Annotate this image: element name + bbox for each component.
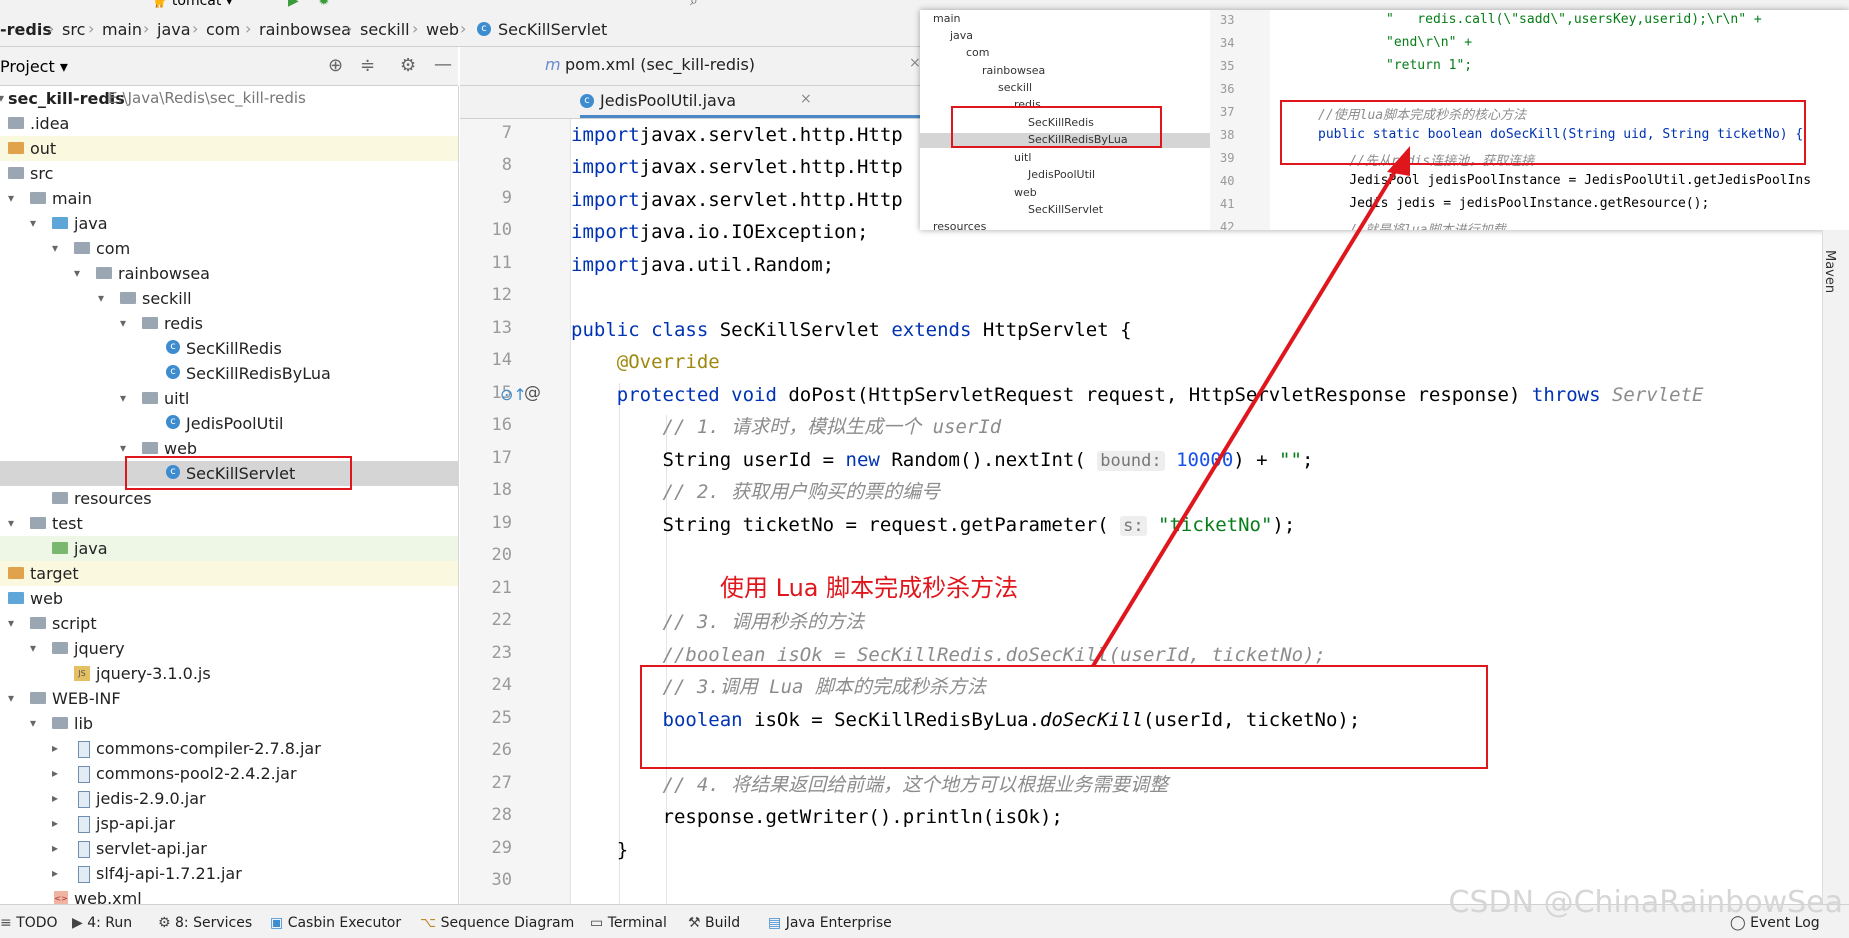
casbin-tool-button[interactable]: ▣ Casbin Executor (270, 915, 401, 931)
diagram-icon: ⌥ (420, 915, 441, 931)
run-label: 4: Run (87, 915, 133, 931)
run-tool-button[interactable]: ▶ 4: Run (72, 915, 132, 931)
sequence-diagram-button[interactable]: ⌥ Sequence Diagram (420, 915, 574, 931)
hammer-icon: ⚒ (688, 915, 706, 931)
todo-label: TODO (16, 915, 58, 931)
right-tool-strip (1822, 230, 1849, 904)
terminal-icon: ▭ (590, 915, 608, 931)
casbin-icon: ▣ (270, 915, 288, 931)
java-enterprise-icon: ▤ (768, 915, 786, 931)
annotation-arrow (1091, 146, 1410, 668)
services-label: 8: Services (175, 915, 253, 931)
sequence-label: Sequence Diagram (440, 915, 575, 931)
watermark: CSDN @ChinaRainbowSea (1448, 885, 1844, 920)
java-enterprise-label: Java Enterprise (785, 915, 892, 931)
java-enterprise-button[interactable]: ▤ Java Enterprise (768, 915, 892, 931)
build-label: Build (705, 915, 741, 931)
terminal-label: Terminal (607, 915, 667, 931)
play-icon: ▶ (72, 915, 88, 931)
terminal-tool-button[interactable]: ▭ Terminal (590, 915, 667, 931)
services-icon: ⚙ (158, 915, 176, 931)
casbin-label: Casbin Executor (287, 915, 402, 931)
todo-button[interactable]: ≡ TODO (0, 915, 58, 931)
maven-tool-button[interactable]: Maven (1822, 250, 1837, 293)
build-tool-button[interactable]: ⚒ Build (688, 915, 740, 931)
list-icon: ≡ (0, 915, 17, 931)
services-tool-button[interactable]: ⚙ 8: Services (158, 915, 252, 931)
